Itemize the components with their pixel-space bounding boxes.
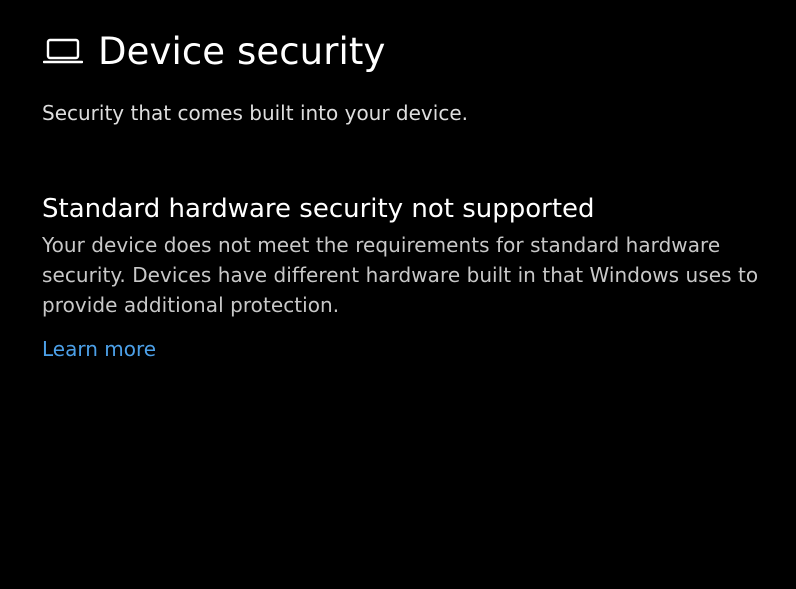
- hardware-security-heading: Standard hardware security not supported: [42, 194, 595, 224]
- page-subtitle: Security that comes built into your devi…: [42, 101, 468, 125]
- device-security-page: Device security Security that comes buil…: [0, 0, 796, 589]
- laptop-icon: [43, 32, 83, 72]
- page-header: Device security: [43, 30, 386, 74]
- learn-more-link[interactable]: Learn more: [42, 335, 156, 363]
- hardware-security-description: Your device does not meet the requiremen…: [42, 233, 759, 317]
- page-title: Device security: [98, 30, 386, 73]
